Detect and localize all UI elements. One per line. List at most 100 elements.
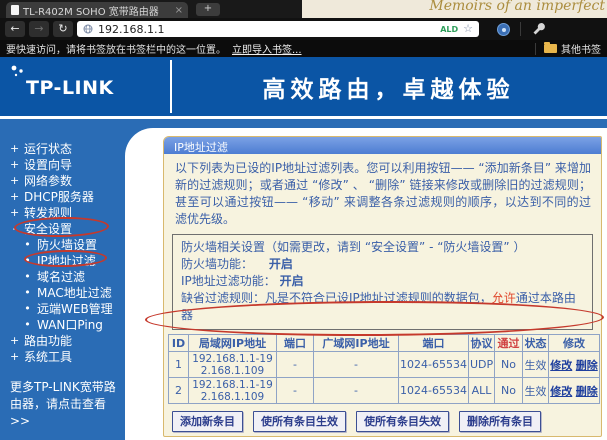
other-bookmarks-button[interactable]: 其他书签 (561, 41, 601, 56)
toolbar-separator (520, 22, 521, 36)
rule-status: 生效 (523, 352, 549, 378)
sidebar-item-label: 防火墙设置 (37, 236, 97, 253)
edit-link[interactable]: 修改 (550, 359, 572, 372)
sidebar-item-label: 转发规则 (24, 204, 72, 221)
delete-link[interactable]: 删除 (576, 359, 598, 372)
col-wan-ip: 广域网IP地址 (314, 335, 399, 352)
firewall-status-value: 开启 (269, 257, 293, 271)
sidebar-item-label: 网络参数 (24, 172, 72, 189)
screen: Memoirs of an imperfect TL-R402M SOHO 宽带… (0, 0, 607, 440)
collapse-icon: - (10, 222, 19, 235)
col-modify: 修改 (549, 335, 600, 352)
browser-tab-strip: Memoirs of an imperfect TL-R402M SOHO 宽带… (0, 0, 607, 18)
address-bar[interactable]: 192.168.1.1 ALD ☆ (77, 21, 479, 37)
disable-all-button[interactable]: 使所有条目失效 (356, 411, 449, 432)
extension-icon[interactable] (497, 23, 510, 36)
sidebar-item-system-tools[interactable]: +系统工具 (10, 348, 125, 364)
more-routers-link[interactable]: 更多TP-LINK宽带路由器，请点击查看 >> (10, 379, 120, 430)
globe-icon (83, 24, 93, 34)
main-panel: IP地址过滤 以下列表为已设的IP地址过滤列表。您可以利用按钮—— “添加新条目… (163, 136, 602, 437)
desktop-wallpaper-text: Memoirs of an imperfect (429, 0, 605, 14)
sidebar-item-label: 路由功能 (24, 332, 72, 349)
action-buttons: 添加新条目 使所有条目生效 使所有条目失效 删除所有条目 (172, 411, 601, 432)
sidebar-item-forwarding-rules[interactable]: + 转发规则 (10, 204, 125, 220)
folder-icon (544, 44, 557, 53)
reload-button[interactable]: ↻ (53, 21, 73, 37)
forward-button[interactable]: → (29, 21, 49, 37)
rule-protocol: ALL (469, 378, 495, 404)
add-entry-button[interactable]: 添加新条目 (172, 411, 243, 432)
col-lan-ip: 局域网IP地址 (189, 335, 277, 352)
rule-wan-port: 1024-65534 (399, 378, 469, 404)
bullet-icon: • (23, 270, 32, 283)
tab-close-icon[interactable]: × (175, 5, 183, 16)
rule-lan-port: - (277, 352, 314, 378)
bookmark-star-icon[interactable]: ☆ (463, 24, 473, 34)
firewall-box-title: 防火墙相关设置（如需更改，请到 “安全设置” - “防火墙设置” ） (181, 239, 584, 256)
back-button[interactable]: ← (5, 21, 25, 37)
default-rule-label: 缺省过滤规则： (181, 290, 265, 307)
ip-filter-status-label: IP地址过滤功能： (181, 273, 276, 290)
sidebar-item-dhcp-server[interactable]: + DHCP服务器 (10, 188, 125, 204)
header-slogan: 高效路由，卓越体验 (170, 57, 607, 116)
sidebar-item-label: WAN口Ping (37, 316, 103, 333)
delete-all-button[interactable]: 删除所有条目 (459, 411, 541, 432)
sidebar-item-remote-web[interactable]: •远端WEB管理 (10, 300, 125, 316)
sidebar-item-label: 运行状态 (24, 140, 72, 157)
ald-extension-badge[interactable]: ALD (440, 25, 458, 34)
col-wan-port: 端口 (399, 335, 469, 352)
rule-lan-port: - (277, 378, 314, 404)
edit-link[interactable]: 修改 (550, 385, 572, 398)
sidebar-item-running-status[interactable]: + 运行状态 (10, 140, 125, 156)
enable-all-button[interactable]: 使所有条目生效 (253, 411, 346, 432)
browser-tab[interactable]: TL-R402M SOHO 宽带路由器 × (6, 2, 188, 18)
rule-id: 2 (169, 378, 189, 404)
rule-lan-ip: 192.168.1.1-192.168.1.109 (189, 352, 277, 378)
sidebar-item-domain-filter[interactable]: • 域名过滤 (10, 268, 125, 284)
firewall-settings-box: 防火墙相关设置（如需更改，请到 “安全设置” - “防火墙设置” ） 防火墙功能… (172, 234, 593, 330)
table-row: 2 192.168.1.1-192.168.1.109 - - 1024-655… (169, 378, 600, 404)
expand-icon: + (10, 142, 19, 155)
filter-rules-table: ID 局域网IP地址 端口 广域网IP地址 端口 协议 通过 状态 修改 1 1… (168, 334, 600, 404)
col-lan-port: 端口 (277, 335, 314, 352)
import-bookmarks-link[interactable]: 立即导入书签... (232, 41, 302, 56)
bullet-icon: • (23, 254, 32, 267)
url-text[interactable]: 192.168.1.1 (98, 23, 435, 36)
sidebar-item-ip-filter[interactable]: •IP地址过滤 (10, 252, 125, 268)
sidebar-item-routing[interactable]: + 路由功能 (10, 332, 125, 348)
expand-icon: + (10, 174, 19, 187)
col-id: ID (169, 335, 189, 352)
wrench-menu-icon[interactable] (531, 21, 547, 37)
bullet-icon: • (23, 238, 32, 251)
page-icon (11, 5, 19, 15)
new-tab-button[interactable]: + (196, 3, 220, 16)
sidebar-item-firewall-settings[interactable]: • 防火墙设置 (10, 236, 125, 252)
router-header: TP-LINK 高效路由，卓越体验 (0, 57, 607, 116)
table-header-row: ID 局域网IP地址 端口 广域网IP地址 端口 协议 通过 状态 修改 (169, 335, 600, 352)
browser-toolbar: ← → ↻ 192.168.1.1 ALD ☆ (0, 18, 607, 40)
bullet-icon: • (23, 286, 32, 299)
page-title: IP地址过滤 (164, 137, 601, 154)
sidebar-nav: + 运行状态 +设置向导 + 网络参数 + DHCP服务器 + 转发规则 -安全设置 •… (0, 119, 125, 440)
firewall-status-label: 防火墙功能： (181, 256, 265, 273)
sidebar-item-label: 安全设置 (24, 220, 72, 237)
sidebar-item-setup-wizard[interactable]: +设置向导 (10, 156, 125, 172)
sidebar-item-security-settings[interactable]: -安全设置 (10, 220, 125, 236)
expand-icon: + (10, 190, 19, 203)
sidebar-item-network-params[interactable]: + 网络参数 (10, 172, 125, 188)
delete-link[interactable]: 删除 (576, 385, 598, 398)
col-pass: 通过 (495, 335, 523, 352)
sidebar-item-label: DHCP服务器 (24, 188, 94, 205)
sidebar-item-label: 远端WEB管理 (37, 300, 113, 317)
expand-icon: + (10, 206, 19, 219)
rule-lan-ip: 192.168.1.1-192.168.1.109 (189, 378, 277, 404)
sidebar-item-mac-filter[interactable]: •MAC地址过滤 (10, 284, 125, 300)
default-rule-prefix: 凡是不符合已设IP地址过滤规则的数据包， (265, 291, 492, 305)
rule-pass: No (495, 378, 523, 404)
table-row: 1 192.168.1.1-192.168.1.109 - - 1024-655… (169, 352, 600, 378)
default-rule-row: 缺省过滤规则：凡是不符合已设IP地址过滤规则的数据包，允许通过本路由器 (181, 290, 584, 324)
rule-id: 1 (169, 352, 189, 378)
sidebar-item-wan-ping[interactable]: •WAN口Ping (10, 316, 125, 332)
expand-icon: + (10, 334, 19, 347)
sidebar-item-label: 域名过滤 (37, 268, 85, 285)
